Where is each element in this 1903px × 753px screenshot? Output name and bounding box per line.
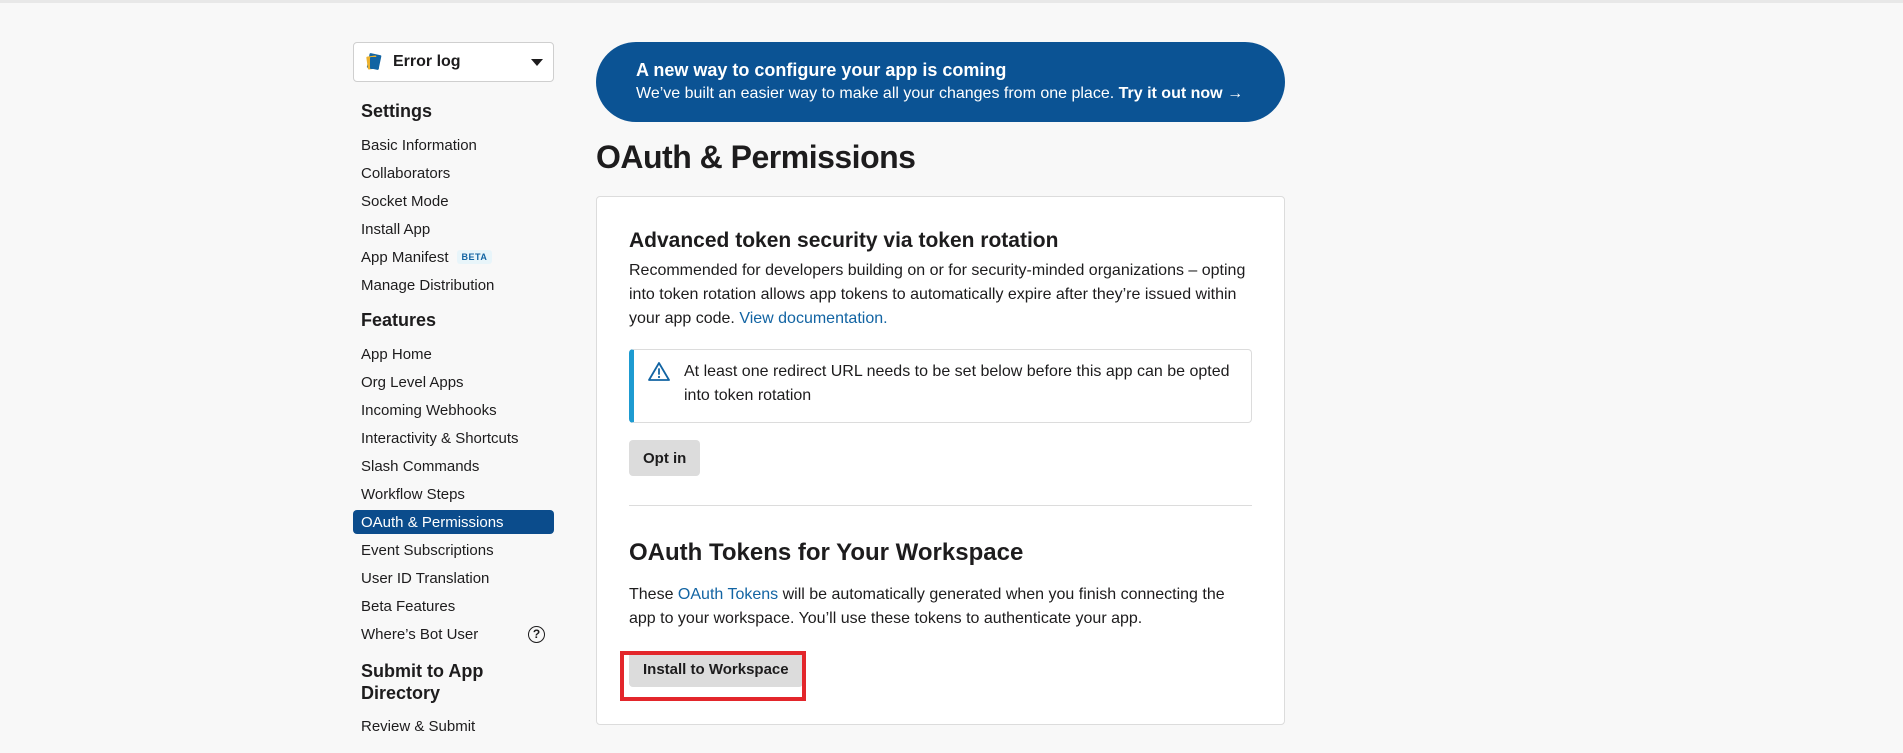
new-config-banner: A new way to configure your app is comin… [596,42,1285,122]
sidebar-item-app-home[interactable]: App Home [353,342,554,366]
sidebar-item-user-id-translation[interactable]: User ID Translation [353,566,554,590]
banner-description: We’ve built an easier way to make all yo… [636,85,1115,102]
sidebar-item-label: Review & Submit [361,717,476,735]
settings-heading: Settings [361,101,433,121]
sidebar-item-label: Org Level Apps [361,373,464,391]
banner-title: A new way to configure your app is comin… [636,60,1007,80]
sidebar-item-label: Basic Information [361,136,477,154]
sidebar-item-install-app[interactable]: Install App [353,217,554,241]
sidebar-item-label: Slash Commands [361,457,480,475]
oauth-tokens-section: OAuth Tokens for Your Workspace These OA… [629,539,1252,687]
sidebar-item-label: Manage Distribution [361,276,495,294]
sidebar-item-label: Workflow Steps [361,485,465,503]
sidebar-item-interactivity-shortcuts[interactable]: Interactivity & Shortcuts [353,426,554,450]
app-icon [366,53,382,70]
sidebar-item-label: User ID Translation [361,569,490,587]
sidebar-item-review-submit[interactable]: Review & Submit [353,714,554,738]
sidebar-item-org-level-apps[interactable]: Org Level Apps [353,370,554,394]
token-rotation-title: Advanced token security via token rotati… [629,229,1059,252]
try-it-out-link[interactable]: Try it out now → [1119,85,1243,102]
sidebar-item-manage-distribution[interactable]: Manage Distribution [353,273,554,297]
token-rotation-section: Advanced token security via token rotati… [629,229,1252,506]
install-to-workspace-button[interactable]: Install to Workspace [629,651,803,687]
token-rotation-text: Recommended for developers building on o… [629,262,1246,327]
redirect-url-alert: At least one redirect URL needs to be se… [629,349,1252,423]
sidebar: Error log Settings Basic Information Coll… [353,42,554,742]
submit-heading: Submit to App Directory [361,661,484,703]
features-heading: Features [361,310,437,330]
sidebar-item-collaborators[interactable]: Collaborators [353,161,554,185]
sidebar-item-label: Interactivity & Shortcuts [361,429,519,447]
page-title: OAuth & Permissions [596,139,916,175]
help-icon[interactable]: ? [528,625,545,643]
app-selector-label: Error log [393,53,461,70]
oauth-tokens-description: These OAuth Tokens will be automatically… [629,583,1252,631]
alert-text: At least one redirect URL needs to be se… [684,363,1230,404]
sidebar-item-slash-commands[interactable]: Slash Commands [353,454,554,478]
view-documentation-link[interactable]: View documentation. [739,310,887,327]
sidebar-item-label: App Home [361,345,432,363]
sidebar-item-oauth-permissions[interactable]: OAuth & Permissions [353,510,554,534]
sidebar-item-beta-features[interactable]: Beta Features [353,594,554,618]
sidebar-item-app-manifest[interactable]: App Manifest BETA [353,245,554,269]
sidebar-item-basic-information[interactable]: Basic Information [353,133,554,157]
caret-down-icon [531,58,543,66]
sidebar-item-event-subscriptions[interactable]: Event Subscriptions [353,538,554,562]
sidebar-item-label: Incoming Webhooks [361,401,497,419]
warning-icon [648,362,670,381]
oauth-tokens-link[interactable]: OAuth Tokens [678,586,778,603]
sidebar-item-label: OAuth & Permissions [361,513,504,531]
opt-in-button[interactable]: Opt in [629,440,701,476]
sidebar-item-workflow-steps[interactable]: Workflow Steps [353,482,554,506]
sidebar-item-label: Event Subscriptions [361,541,494,559]
beta-badge: BETA [456,250,493,264]
app-selector[interactable]: Error log [353,42,554,82]
sidebar-item-label: Where’s Bot User [361,625,479,643]
section-divider [629,505,1252,506]
oauth-tokens-title: OAuth Tokens for Your Workspace [629,539,1024,566]
sidebar-item-label: Collaborators [361,164,451,182]
oauth-text-before: These [629,586,674,603]
sidebar-item-label: Install App [361,220,431,238]
banner-text: We’ve built an easier way to make all yo… [636,85,1285,103]
token-rotation-description: Recommended for developers building on o… [629,259,1252,331]
sidebar-item-label: App Manifest [361,248,449,266]
oauth-card: Advanced token security via token rotati… [596,196,1285,725]
sidebar-item-incoming-webhooks[interactable]: Incoming Webhooks [353,398,554,422]
sidebar-item-where-s-bot-user[interactable]: Where’s Bot User? [353,622,554,646]
sidebar-item-label: Beta Features [361,597,456,615]
sidebar-item-socket-mode[interactable]: Socket Mode [353,189,554,213]
sidebar-item-label: Socket Mode [361,192,449,210]
